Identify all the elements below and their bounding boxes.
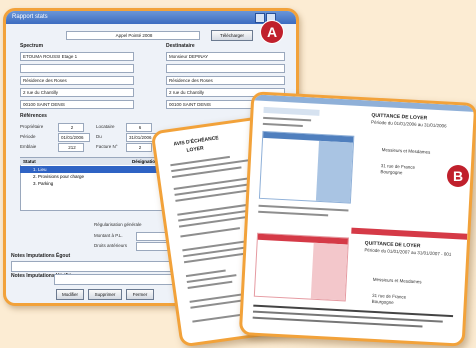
modify-button[interactable]: Modifier: [56, 289, 84, 300]
sender-heading: Spectrum: [20, 43, 44, 49]
tenant-field[interactable]: 6: [126, 123, 152, 132]
allotment-field[interactable]: 212: [58, 143, 84, 152]
receipt-addressee-line-1: Messieurs et Mesdames: [381, 147, 431, 155]
window-titlebar: Rapport stats: [6, 11, 296, 24]
red-amount-table: [253, 232, 350, 302]
receipt-addressee-2-line-3: Bourgogne: [371, 298, 394, 305]
minimize-button[interactable]: [255, 13, 265, 23]
receipt-document: QUITTANCE DE LOYER Période du 01/01/2006…: [238, 91, 476, 347]
delete-button[interactable]: Supprimer: [88, 289, 122, 300]
notes-sewer-label: Notes Imputations Égout: [11, 253, 71, 259]
recipient-heading: Destinataire: [166, 43, 195, 49]
receipt-period: Période du 01/01/2006 au 31/01/2006: [370, 119, 447, 129]
blue-amount-table: [258, 130, 355, 204]
red-header-strip: [351, 227, 468, 240]
download-button[interactable]: Télécharger: [211, 30, 253, 41]
recipient-line-2[interactable]: [166, 64, 285, 73]
status-row-label: 3. Parking: [33, 181, 54, 186]
receipt-addressee-line-3: Bourgogne: [380, 169, 403, 176]
window-title: Rapport stats: [12, 14, 48, 20]
sender-line-5[interactable]: 00100 SAINT DENIS: [20, 100, 134, 109]
status-column-header: Statut: [23, 159, 36, 164]
allotment-label: Emblaie: [20, 144, 37, 149]
status-row-label: 2. Provisions pour charge: [33, 174, 85, 179]
close-button[interactable]: Fermer: [126, 289, 154, 300]
status-row-label: 1. Lieu: [33, 167, 47, 172]
amount-label: Montant à P.L.: [94, 233, 123, 238]
prior-rights-label: Droits antérieurs: [94, 243, 128, 248]
badge-b: B: [447, 165, 469, 187]
references-heading: Références: [20, 113, 47, 119]
period-label: Période: [20, 134, 36, 139]
regularisation-label: Régularisation générale: [94, 222, 142, 227]
badge-a: A: [261, 21, 283, 43]
recipient-line-3[interactable]: Résidence des Roses: [166, 76, 285, 85]
invoice-label: Facture N°: [96, 144, 118, 149]
prior-rights-field[interactable]: [136, 242, 170, 251]
record-name-field[interactable]: Appel Pointé 2008: [66, 31, 200, 40]
from-label: Du: [96, 134, 102, 139]
tenant-label: Locataire: [96, 124, 115, 129]
receipt-addressee-2-line-1: Messieurs et Mesdames: [372, 276, 422, 285]
invoice-field[interactable]: 2: [126, 143, 152, 152]
middle-document-subtitle: LOYER: [186, 145, 205, 154]
sender-line-4[interactable]: 2 rue du Chantilly: [20, 88, 134, 97]
sender-line-2[interactable]: [20, 64, 134, 73]
sender-line-3[interactable]: Résidence des Roses: [20, 76, 134, 85]
owner-label: Propriétaire: [20, 124, 44, 129]
recipient-line-1[interactable]: Monsieur DEPINAY: [166, 52, 285, 61]
sender-line-1[interactable]: ETOUMA ROUSSI Etage 1: [20, 52, 134, 61]
period-field[interactable]: 01/01/2006: [58, 133, 90, 142]
owner-field[interactable]: 2: [58, 123, 84, 132]
receipt-period-2: Période du 01/01/2007 au 31/01/2007 - 00…: [364, 247, 452, 257]
